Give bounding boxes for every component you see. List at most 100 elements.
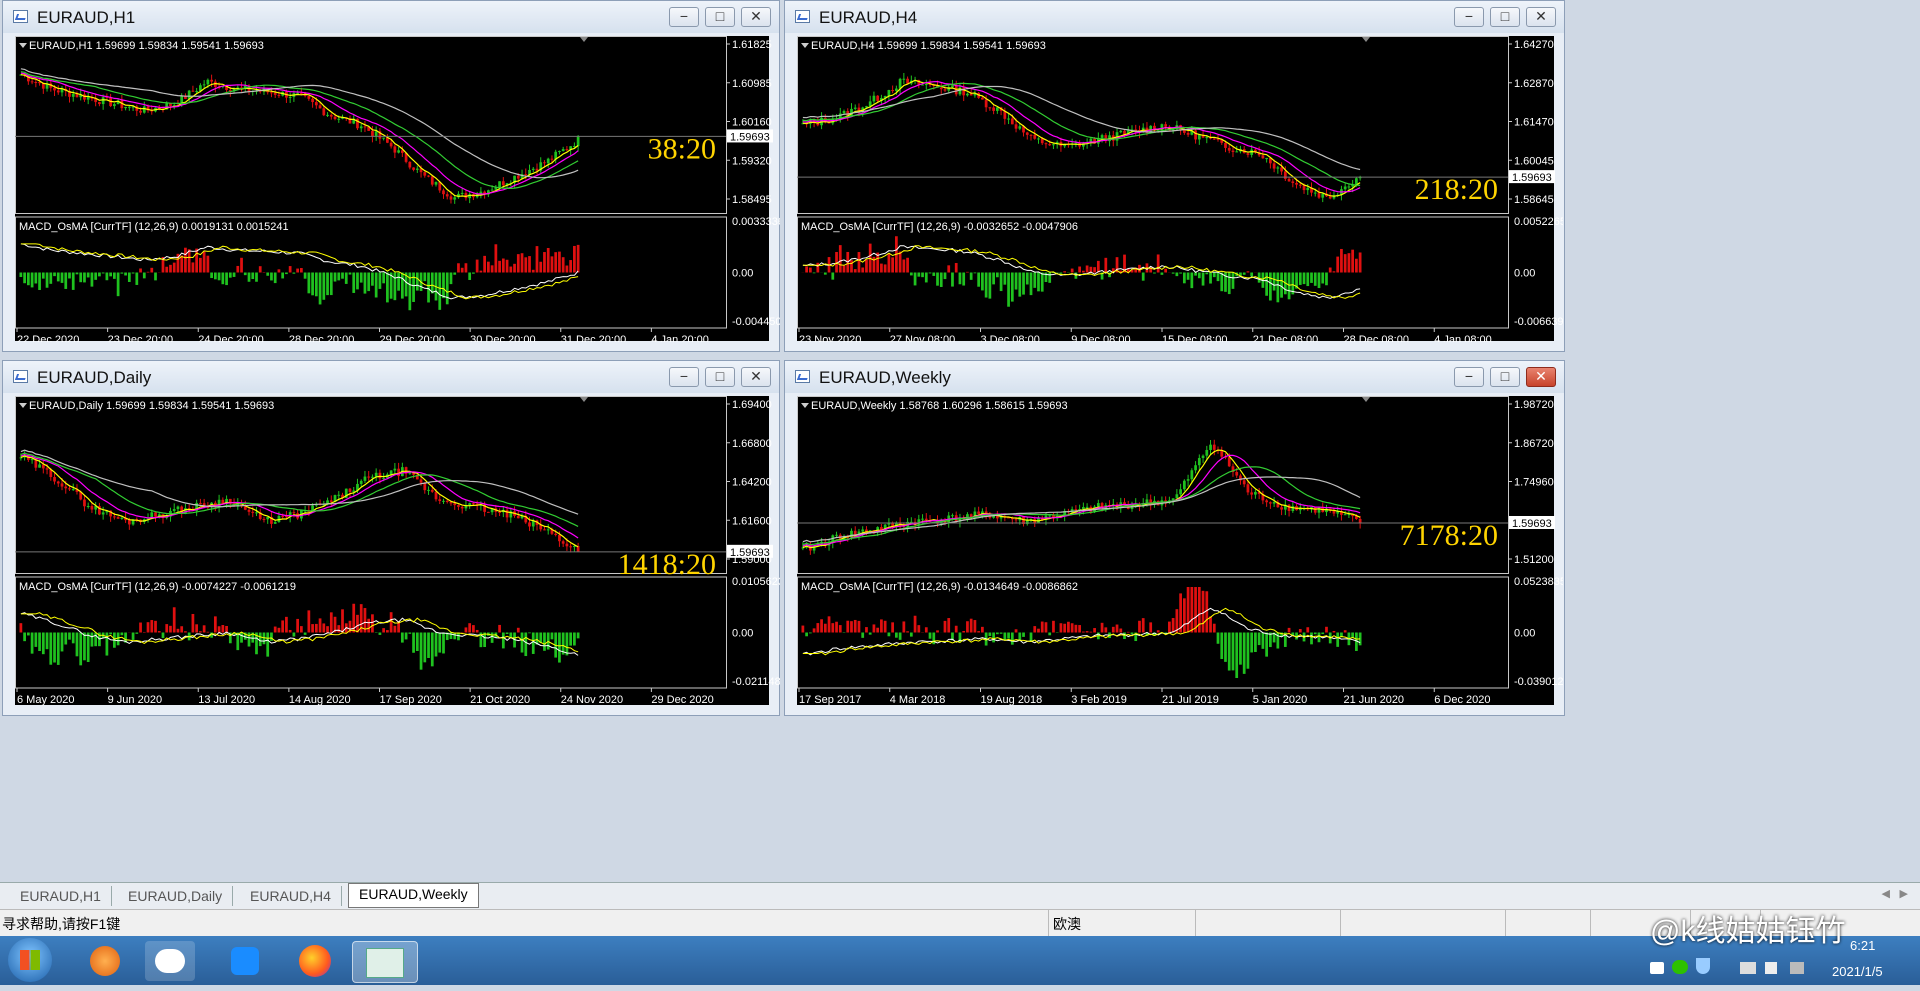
maximize-button[interactable]: □ [705,367,735,387]
macd-histogram-bar [1018,633,1021,641]
price-chart-svg[interactable]: EURAUD,H4 1.59699 1.59834 1.59541 1.5969… [797,36,1563,342]
clock-time[interactable]: 6:21 [1850,938,1875,953]
macd-histogram-bar [1172,618,1175,632]
taskbar-app-wechat[interactable] [145,941,195,981]
price-chart-svg[interactable]: EURAUD,Weekly 1.58768 1.60296 1.58615 1.… [797,396,1563,706]
taskbar-app-firefox[interactable] [290,941,340,981]
window-titlebar[interactable]: EURAUD,Daily−□✕ [3,361,779,393]
tab-euraud-h1[interactable]: EURAUD,H1 [10,886,112,906]
macd-histogram-bar [225,273,228,286]
macd-axis-label: 0.00 [1514,628,1535,640]
taskbar-app-foxmail[interactable] [80,941,130,981]
price-chart-svg[interactable]: EURAUD,Daily 1.59699 1.59834 1.59541 1.5… [15,396,780,706]
time-axis-label: 29 Dec 20:00 [380,334,445,342]
chart-menu-arrow-icon[interactable] [19,403,27,408]
chart-area[interactable]: EURAUD,H1 1.59699 1.59834 1.59541 1.5969… [15,36,769,341]
macd-histogram-bar [79,273,82,283]
candlestick [128,106,131,111]
maximize-button[interactable]: □ [1490,367,1520,387]
macd-histogram-bar [1138,621,1141,633]
tab-euraud-weekly[interactable]: EURAUD,Weekly [348,883,479,908]
tabs-scroll-right-icon[interactable]: ▶ [1900,887,1908,900]
chart-menu-arrow-icon[interactable] [801,403,809,408]
candlestick [1119,130,1122,133]
candlestick [996,107,999,114]
status-divider [1048,910,1049,936]
time-axis-label: 13 Jul 2020 [198,694,255,706]
macd-histogram-bar [162,633,165,639]
taskbar-app-mt4[interactable] [352,941,418,983]
minimize-button[interactable]: − [669,367,699,387]
time-axis-label: 21 Jul 2019 [1162,694,1219,706]
macd-histogram-bar [1333,271,1336,272]
tray-flag-icon[interactable] [1650,962,1664,974]
tab-euraud-daily[interactable]: EURAUD,Daily [118,886,233,906]
macd-histogram-bar [173,607,176,632]
price-axis-label: 1.60045 [1514,155,1554,167]
tray-shield-icon[interactable] [1696,958,1710,974]
macd-histogram-bar [1015,629,1018,632]
macd-histogram-bar [573,633,576,646]
macd-histogram-bar [547,248,550,273]
macd-histogram-bar [1157,630,1160,632]
macd-histogram-bar [285,273,288,275]
macd-histogram-bar [1224,633,1227,662]
close-button[interactable]: ✕ [1526,367,1556,387]
chart-area[interactable]: EURAUD,Daily 1.59699 1.59834 1.59541 1.5… [15,396,769,705]
candlestick [1247,153,1250,158]
candlestick [46,80,49,92]
candlestick [154,511,157,522]
minimize-button[interactable]: − [1454,367,1484,387]
macd-histogram-bar [102,273,105,274]
chart-window-h4[interactable]: EURAUD,H4−□✕EURAUD,H4 1.59699 1.59834 1.… [784,0,1565,352]
firefox-icon [299,945,331,977]
time-axis-label: 4 Jan 20:00 [651,334,709,342]
macd-histogram-bar [61,273,64,283]
time-axis-label: 29 Dec 2020 [651,694,713,706]
tray-volume-icon[interactable] [1765,962,1777,974]
chart-menu-arrow-icon[interactable] [801,43,809,48]
macd-histogram-bar [169,265,172,273]
macd-histogram-bar [375,273,378,298]
candlestick [210,502,213,512]
candlestick [360,124,363,132]
macd-histogram-bar [438,273,441,310]
macd-histogram-bar [850,621,853,632]
macd-histogram-bar [465,627,468,632]
chart-window-weekly[interactable]: EURAUD,Weekly−□✕EURAUD,Weekly 1.58768 1.… [784,360,1565,716]
minimize-button[interactable]: − [669,7,699,27]
minimize-button[interactable]: − [1454,7,1484,27]
macd-histogram-bar [1048,633,1051,636]
window-titlebar[interactable]: EURAUD,H4−□✕ [785,1,1564,33]
candlestick [891,86,894,94]
chart-window-daily[interactable]: EURAUD,Daily−□✕EURAUD,Daily 1.59699 1.59… [2,360,780,716]
macd-histogram-bar [551,633,554,640]
candlestick [569,543,572,552]
start-button[interactable] [8,938,52,982]
tabs-scroll-left-icon[interactable]: ◀ [1882,887,1890,900]
macd-histogram-bar [970,273,973,280]
window-titlebar[interactable]: EURAUD,Weekly−□✕ [785,361,1564,393]
chart-window-h1[interactable]: EURAUD,H1−□✕EURAUD,H1 1.59699 1.59834 1.… [2,0,780,352]
chart-area[interactable]: EURAUD,H4 1.59699 1.59834 1.59541 1.5969… [797,36,1554,341]
macd-histogram-bar [31,273,34,288]
close-button[interactable]: ✕ [741,367,771,387]
close-button[interactable]: ✕ [741,7,771,27]
macd-histogram-bar [1071,269,1074,273]
window-titlebar[interactable]: EURAUD,H1−□✕ [3,1,779,33]
chart-area[interactable]: EURAUD,Weekly 1.58768 1.60296 1.58615 1.… [797,396,1554,705]
maximize-button[interactable]: □ [705,7,735,27]
tab-euraud-h4[interactable]: EURAUD,H4 [240,886,342,906]
candlestick [992,105,995,114]
maximize-button[interactable]: □ [1490,7,1520,27]
taskbar-app-notes[interactable] [220,941,270,981]
tray-signal-icon[interactable] [1790,962,1804,974]
tray-network-icon[interactable] [1740,962,1756,974]
tray-wechat-icon[interactable] [1672,960,1688,974]
macd-histogram-bar [962,631,965,632]
macd-histogram-bar [1228,273,1231,295]
price-chart-svg[interactable]: EURAUD,H1 1.59699 1.59834 1.59541 1.5969… [15,36,780,342]
close-button[interactable]: ✕ [1526,7,1556,27]
chart-menu-arrow-icon[interactable] [19,43,27,48]
clock-date[interactable]: 2021/1/5 [1832,964,1883,979]
